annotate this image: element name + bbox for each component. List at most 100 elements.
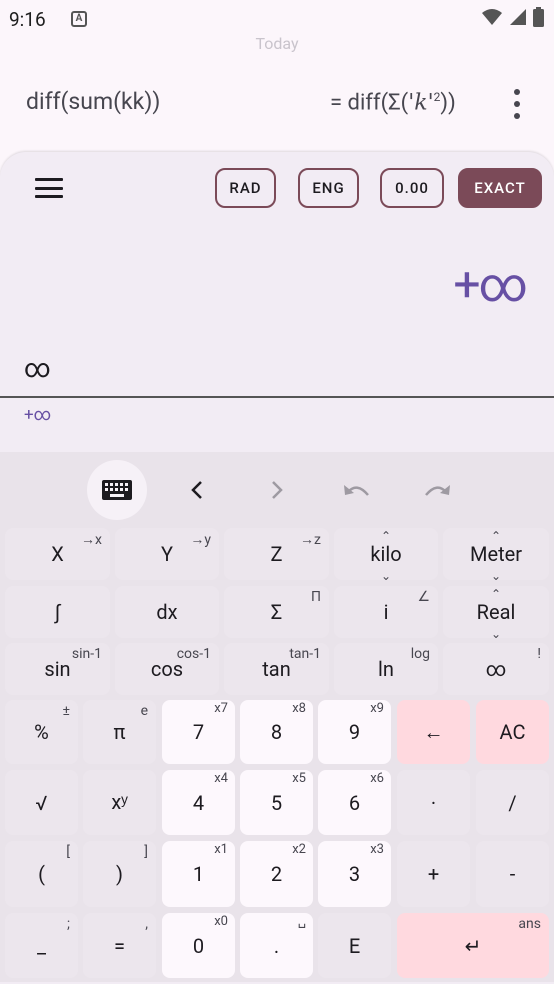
key-4[interactable]: 4 x4 bbox=[162, 770, 235, 835]
key-sup: x1 bbox=[214, 842, 228, 857]
key-imaginary[interactable]: i ∠ bbox=[334, 586, 438, 638]
key-domain[interactable]: ⌃ Real ⌄ bbox=[443, 586, 549, 641]
key-label: 7 bbox=[192, 720, 205, 744]
angle-mode-button[interactable]: RAD bbox=[215, 168, 276, 208]
exact-mode-button[interactable]: EXACT bbox=[458, 168, 542, 208]
chevron-up-icon: ⌃ bbox=[490, 529, 502, 543]
key-label: Z bbox=[270, 542, 283, 566]
key-exponent[interactable]: E bbox=[318, 913, 391, 978]
key-sup: tan-1 bbox=[289, 646, 321, 662]
key-multiply[interactable]: · bbox=[397, 770, 470, 835]
undo-button[interactable] bbox=[327, 460, 387, 520]
all-clear-button[interactable]: AC bbox=[476, 700, 549, 764]
key-unit[interactable]: ⌃ Meter ⌄ bbox=[443, 528, 549, 583]
key-sum[interactable]: ΣΠ bbox=[224, 586, 329, 638]
key-label: 2 bbox=[270, 862, 283, 886]
key-plus[interactable]: + bbox=[397, 841, 470, 907]
key-sup: →x bbox=[81, 532, 102, 548]
backspace-button[interactable]: ← bbox=[397, 700, 470, 764]
key-sup: e bbox=[140, 703, 148, 719]
key-label: i bbox=[383, 600, 389, 624]
key-percent[interactable]: % ± bbox=[5, 700, 78, 764]
key-equals[interactable]: =, bbox=[83, 913, 156, 978]
key-open-paren[interactable]: ([ bbox=[5, 841, 78, 907]
key-label: AC bbox=[499, 720, 526, 744]
system-icons bbox=[481, 7, 544, 27]
key-sup: ! bbox=[537, 646, 541, 662]
cursor-right-button[interactable] bbox=[247, 460, 307, 520]
key-sup: x3 bbox=[370, 842, 384, 857]
key-label: E bbox=[348, 933, 361, 958]
key-label: Σ bbox=[270, 600, 283, 624]
key-power[interactable]: xʸ bbox=[83, 770, 156, 835]
key-ln[interactable]: ln log bbox=[334, 643, 438, 695]
redo-icon bbox=[425, 485, 450, 496]
history-result[interactable]: = diff(Σ('k'2)) bbox=[330, 90, 456, 115]
key-cos[interactable]: cos cos-1 bbox=[115, 643, 219, 695]
enter-button[interactable]: ↵ ans bbox=[397, 913, 549, 978]
key-5[interactable]: 5 x5 bbox=[240, 770, 313, 835]
history-result-suffix: )) bbox=[440, 90, 456, 116]
key-infinity[interactable]: ∞! bbox=[443, 643, 549, 695]
key-2[interactable]: 2 x2 bbox=[240, 841, 313, 907]
status-bar: 9:16 A bbox=[0, 0, 554, 36]
key-sup: →y bbox=[190, 532, 211, 548]
key-label: 0 bbox=[192, 933, 205, 958]
key-decimal[interactable]: . ␣ bbox=[240, 913, 313, 978]
key-sup: [ bbox=[66, 844, 70, 860]
notation-mode-button[interactable]: ENG bbox=[298, 168, 359, 208]
key-label: = bbox=[114, 933, 125, 958]
input-field[interactable]: ∞ bbox=[24, 354, 51, 384]
key-sup: x8 bbox=[292, 701, 306, 716]
key-sup: x0 bbox=[214, 914, 228, 929]
key-sin[interactable]: sin sin-1 bbox=[5, 643, 110, 695]
key-z[interactable]: Z →z bbox=[224, 528, 329, 580]
precision-button[interactable]: 0.00 bbox=[380, 168, 444, 208]
key-x[interactable]: X →x bbox=[5, 528, 110, 580]
key-1[interactable]: 1 x1 bbox=[162, 841, 235, 907]
key-sup: x7 bbox=[214, 701, 228, 716]
chevron-down-icon: ⌄ bbox=[490, 569, 502, 583]
key-underscore[interactable]: _; bbox=[5, 913, 78, 978]
key-label: sin bbox=[44, 657, 71, 681]
key-pi[interactable]: πe bbox=[83, 700, 156, 764]
key-3[interactable]: 3 x3 bbox=[318, 841, 391, 907]
cellular-icon bbox=[510, 9, 526, 25]
more-options-icon[interactable] bbox=[510, 89, 524, 119]
result-preview: +∞ bbox=[24, 405, 52, 425]
key-sup: →z bbox=[300, 532, 321, 548]
key-y[interactable]: Y →y bbox=[115, 528, 219, 580]
key-sup: sin-1 bbox=[71, 646, 102, 662]
key-label: Meter bbox=[470, 542, 522, 566]
key-label: / bbox=[508, 790, 517, 815]
key-sup: ± bbox=[62, 703, 71, 719]
key-minus[interactable]: - bbox=[476, 841, 549, 907]
key-dx[interactable]: dx bbox=[115, 586, 219, 638]
keyboard-toggle-button[interactable] bbox=[87, 460, 147, 520]
key-label: . bbox=[273, 933, 280, 958]
cursor-left-button[interactable] bbox=[167, 460, 227, 520]
key-label: 5 bbox=[270, 790, 283, 815]
key-0[interactable]: 0 x0 bbox=[162, 913, 235, 978]
key-sqrt[interactable]: √ bbox=[5, 770, 78, 835]
menu-icon[interactable] bbox=[35, 178, 63, 198]
key-close-paren[interactable]: )] bbox=[83, 841, 156, 907]
key-6[interactable]: 6 x6 bbox=[318, 770, 391, 835]
key-sup: ∠ bbox=[417, 589, 430, 605]
key-label: X bbox=[51, 542, 64, 566]
key-label: √ bbox=[35, 790, 48, 815]
history-expression[interactable]: diff(sum(kk)) bbox=[26, 88, 160, 115]
key-label: 8 bbox=[270, 720, 283, 744]
key-label: Y bbox=[160, 542, 173, 566]
key-divide[interactable]: / bbox=[476, 770, 549, 835]
key-integral[interactable]: ∫ bbox=[5, 586, 110, 638]
key-8[interactable]: 8 x8 bbox=[240, 700, 313, 764]
key-tan[interactable]: tan tan-1 bbox=[224, 643, 329, 695]
chevron-left-icon bbox=[191, 481, 202, 499]
key-9[interactable]: 9 x9 bbox=[318, 700, 391, 764]
chevron-right-icon bbox=[272, 481, 283, 499]
key-7[interactable]: 7 x7 bbox=[162, 700, 235, 764]
key-unit-prefix[interactable]: ⌃ kilo ⌄ bbox=[334, 528, 438, 583]
redo-button[interactable] bbox=[407, 460, 467, 520]
chevron-down-icon: ⌄ bbox=[490, 627, 502, 641]
